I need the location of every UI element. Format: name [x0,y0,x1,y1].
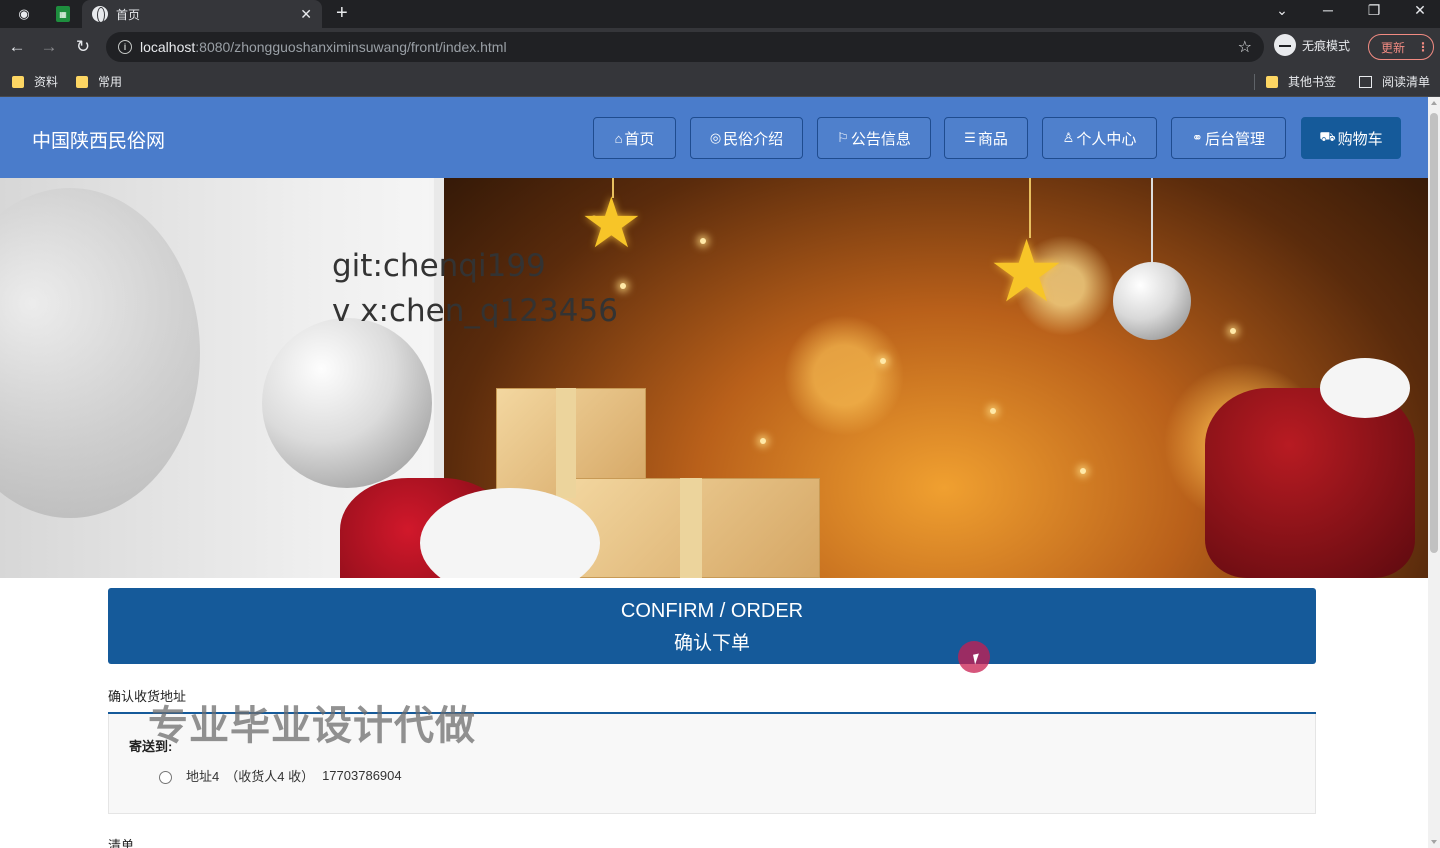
new-tab-button[interactable]: + [336,2,348,24]
nav-products[interactable]: ☰ 商品 [944,117,1028,159]
chevron-down-icon[interactable]: ⌄ [1270,2,1294,19]
address-name: 地址4 [186,769,220,784]
bookmarks-bar: 资料 常用 其他书签 阅读清单 [0,66,1440,97]
minimize-icon[interactable]: ─ [1316,2,1340,18]
browser-toolbar: ← → ↻ i localhost:8080/zhongguoshanximin… [0,28,1440,66]
incognito-label: 无痕模式 [1302,38,1351,53]
palette-icon: ◎ [709,130,722,145]
bookmark-other[interactable]: 其他书签 [1266,73,1336,90]
sparkle-decor [990,408,996,414]
overlay-text-wechat: v x:chen_q123456 [332,293,618,329]
close-icon[interactable]: ✕ [1408,2,1432,19]
sparkle-decor [1230,328,1236,334]
santa-sack-decor [1205,388,1415,578]
more-icon: ⋮ [1417,40,1430,54]
nav-label: 购物车 [1337,130,1383,148]
nav-cart[interactable]: ⛟ 购物车 [1301,117,1401,159]
chrome-icon[interactable]: ◉ [12,2,36,26]
nav-admin[interactable]: ⚭ 后台管理 [1171,117,1286,159]
incognito-badge[interactable]: 无痕模式 [1274,34,1350,56]
tab-close-icon[interactable]: ✕ [300,6,312,23]
update-button[interactable]: 更新 ⋮ [1368,34,1434,60]
ribbon-decor [556,388,576,498]
scroll-up-icon[interactable] [1431,101,1437,105]
sparkle-decor [700,238,706,244]
pine-branch-decor [0,188,200,518]
order-list-label: 清单 [108,838,135,848]
nav-label: 个人中心 [1076,130,1137,148]
user-icon: ♙ [1062,130,1075,145]
site-title[interactable]: 中国陕西民俗网 [32,126,165,153]
arrow-left-icon[interactable]: ← [6,36,28,58]
star-ornament-icon: ★ [988,224,1066,320]
tab-home[interactable]: 首页 ✕ [82,0,322,28]
reading-list-label: 阅读清单 [1382,75,1431,89]
banner-image: ★ ★ git:chenqi199 v x:chen_q123456 [0,178,1428,578]
reading-list[interactable]: 阅读清单 [1359,73,1430,90]
sheets-icon[interactable]: ▦ [56,6,70,22]
update-label: 更新 [1381,40,1406,55]
scrollbar-thumb[interactable] [1430,113,1438,553]
globe-icon [92,6,108,23]
bookmark-label: 常用 [98,75,123,89]
nav-label: 首页 [624,130,655,148]
list-icon: ☰ [964,130,976,145]
nav-home[interactable]: ⌂ 首页 [593,117,676,159]
folder-icon [76,75,88,88]
sparkle-decor [760,438,766,444]
browser-tabstrip: ◉ ▦ 首页 ✕ + ⌄ ─ ❐ ✕ [0,0,1440,28]
silver-ornament-decor [262,318,432,488]
watermark-text: 专业毕业设计代做 [148,704,476,748]
address-radio[interactable] [159,770,172,784]
nav-label: 后台管理 [1204,130,1265,148]
address-phone: 17703786904 [322,768,402,783]
incognito-icon [1274,34,1296,56]
star-icon[interactable]: ☆ [1238,37,1252,57]
bookmark-folder-ziliao[interactable]: 资料 [12,73,58,90]
nav-folk-intro[interactable]: ◎ 民俗介绍 [690,117,803,159]
cart-icon: ⛟ [1319,129,1336,144]
confirm-order-heading: CONFIRM / ORDER 确认下单 [108,588,1316,664]
restore-icon[interactable]: ❐ [1362,2,1386,19]
folder-icon [1266,75,1278,88]
nav-label: 公告信息 [850,130,911,148]
tab-title: 首页 [116,7,141,22]
ornament-string [1151,178,1153,264]
nav-announcements[interactable]: ⚐ 公告信息 [817,117,931,159]
bookmark-label: 资料 [34,75,59,89]
sparkle-decor [1080,468,1086,474]
bookmark-divider [1254,74,1255,90]
nav-user-center[interactable]: ♙ 个人中心 [1042,117,1157,159]
overlay-text-git: git:chenqi199 [332,248,546,284]
bookmark-label: 其他书签 [1288,75,1337,89]
page-viewport: 中国陕西民俗网 ⌂ 首页 ◎ 民俗介绍 ⚐ 公告信息 ☰ 商品 ♙ 个人中心 ⚭ 后台管理 … [0,97,1440,848]
url-host: localhost [140,39,196,55]
reload-icon[interactable]: ↻ [72,36,94,58]
flag-icon: ⚐ [837,130,849,145]
star-ornament-icon: ★ [580,184,643,262]
folder-icon [12,75,24,88]
site-header: 中国陕西民俗网 ⌂ 首页 ◎ 民俗介绍 ⚐ 公告信息 ☰ 商品 ♙ 个人中心 ⚭ 后台管理 … [0,97,1428,178]
page-scrollbar[interactable] [1428,97,1440,848]
reading-list-icon [1359,75,1372,88]
heading-english: CONFIRM / ORDER [620,600,804,622]
address-receiver: （收货人4 收） [225,769,315,784]
bookmark-folder-changyong[interactable]: 常用 [76,73,122,90]
scroll-down-icon[interactable] [1431,840,1437,844]
sparkle-decor [620,283,626,289]
sparkle-decor [880,358,886,364]
ribbon-decor [680,478,702,578]
silver-ornament-decor [1113,262,1191,340]
address-option[interactable]: 地址4 （收货人4 收） 17703786904 [159,766,402,785]
heading-chinese: 确认下单 [673,633,750,654]
sack-fur-decor [1320,358,1410,418]
link-icon: ⚭ [1192,130,1203,145]
address-bar[interactable]: i localhost:8080/zhongguoshanximinsuwang… [106,32,1264,62]
nav-label: 民俗介绍 [723,130,784,148]
url-path: :8080/zhongguoshanximinsuwang/front/inde… [195,39,507,55]
info-icon[interactable]: i [118,40,132,54]
home-icon: ⌂ [614,130,623,146]
nav-label: 商品 [977,130,1008,148]
arrow-right-icon[interactable]: → [38,36,60,58]
